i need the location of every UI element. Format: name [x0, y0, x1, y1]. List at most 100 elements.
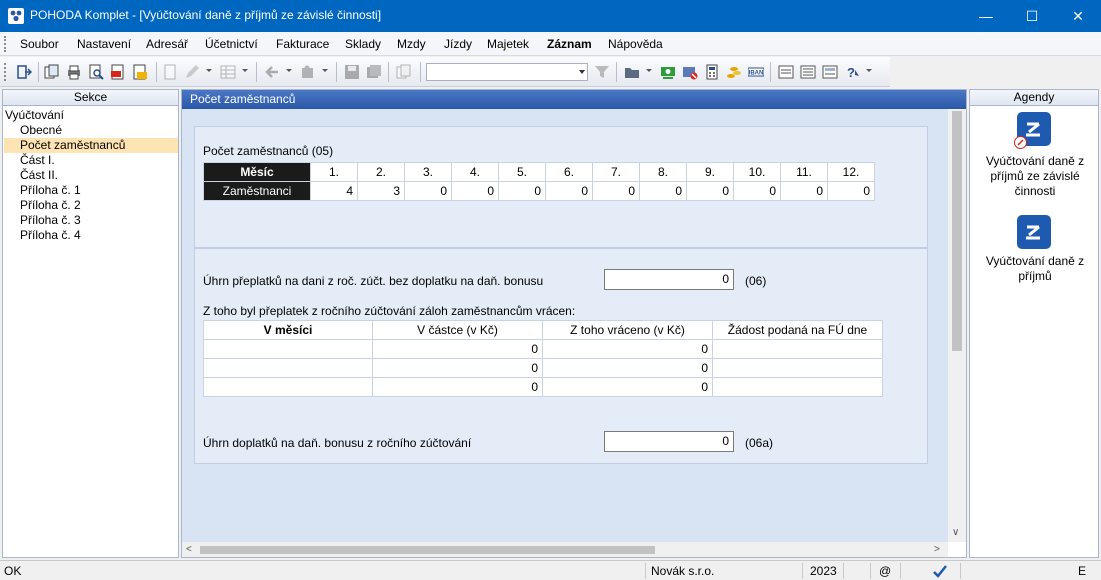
- folder-icon[interactable]: [624, 64, 640, 80]
- employees-cell[interactable]: 0: [592, 181, 640, 201]
- employees-cell[interactable]: 3: [357, 181, 405, 201]
- tree-item-pocet-zamestnancu[interactable]: Počet zaměstnanců: [4, 138, 178, 153]
- scroll-right-icon[interactable]: >: [934, 544, 940, 555]
- employees-cell[interactable]: 0: [451, 181, 499, 201]
- refund-col-month[interactable]: V měsíci: [203, 320, 373, 340]
- bonus-input[interactable]: 0: [604, 431, 734, 452]
- menu-majetek[interactable]: Majetek: [487, 37, 529, 51]
- tree-root-vyuctovani[interactable]: Vyúčtování: [5, 108, 64, 122]
- detail-view-icon[interactable]: [822, 64, 838, 80]
- employees-cell[interactable]: 0: [639, 181, 687, 201]
- menu-sklady[interactable]: Sklady: [345, 37, 381, 51]
- vertical-scroll-thumb[interactable]: [952, 111, 962, 351]
- save-icon[interactable]: [344, 64, 360, 80]
- close-button[interactable]: ✕: [1055, 0, 1101, 32]
- print-preview-icon[interactable]: [88, 64, 104, 80]
- tree-item-cast-1[interactable]: Část I.: [4, 153, 178, 168]
- refund-col-returned[interactable]: Z toho vráceno (v Kč): [542, 320, 713, 340]
- help-icon[interactable]: ?: [844, 64, 860, 80]
- puzzle-icon[interactable]: [300, 64, 316, 80]
- refund-col-amount[interactable]: V částce (v Kč): [372, 320, 543, 340]
- menu-zaznam[interactable]: Záznam: [547, 37, 592, 51]
- refund-request-cell[interactable]: [712, 339, 883, 359]
- print-icon[interactable]: [66, 64, 82, 80]
- tree-item-priloha-3[interactable]: Příloha č. 3: [4, 213, 178, 228]
- refund-month-cell[interactable]: [203, 377, 373, 397]
- horizontal-scroll-thumb[interactable]: [200, 546, 655, 554]
- tree-item-priloha-4[interactable]: Příloha č. 4: [4, 228, 178, 243]
- status-company[interactable]: Novák s.r.o.: [651, 564, 714, 578]
- minimize-button[interactable]: —: [963, 0, 1009, 32]
- coins-icon[interactable]: [726, 64, 742, 80]
- menu-grip[interactable]: [4, 36, 7, 52]
- employees-cell[interactable]: 0: [733, 181, 781, 201]
- agenda-income-tax[interactable]: Vyúčtování daně z příjmů: [974, 254, 1096, 284]
- calculator-icon[interactable]: [704, 64, 720, 80]
- help-dropdown-arrow[interactable]: [866, 69, 872, 72]
- exit-icon[interactable]: [16, 64, 32, 80]
- refund-returned-cell[interactable]: 0: [542, 339, 713, 359]
- refund-month-cell[interactable]: [203, 339, 373, 359]
- refund-amount-cell[interactable]: 0: [372, 358, 543, 378]
- tree-item-priloha-2[interactable]: Příloha č. 2: [4, 198, 178, 213]
- vertical-scrollbar[interactable]: ∨: [948, 109, 966, 542]
- agenda-employment-tax[interactable]: Vyúčtování daně z příjmů ze závislé činn…: [974, 154, 1096, 199]
- refund-returned-cell[interactable]: 0: [542, 358, 713, 378]
- menu-jizdy[interactable]: Jízdy: [444, 37, 472, 51]
- refund-month-cell[interactable]: [203, 358, 373, 378]
- agenda-income-tax-icon[interactable]: [1017, 215, 1051, 249]
- tree-item-cast-2[interactable]: Část II.: [4, 168, 178, 183]
- menu-nastaveni[interactable]: Nastavení: [77, 37, 131, 51]
- save-as-icon[interactable]: [366, 64, 382, 80]
- money-icon[interactable]: [660, 64, 676, 80]
- combo-dropdown-arrow[interactable]: [579, 70, 585, 74]
- menu-ucetnictvi[interactable]: Účetnictví: [205, 37, 258, 51]
- menu-napoveda[interactable]: Nápověda: [608, 37, 663, 51]
- employees-cell[interactable]: 4: [310, 181, 358, 201]
- disabled-card-icon[interactable]: [682, 64, 698, 80]
- status-year[interactable]: 2023: [810, 564, 837, 578]
- list-view-icon[interactable]: [800, 64, 816, 80]
- refund-returned-cell[interactable]: 0: [542, 377, 713, 397]
- table-icon[interactable]: [220, 64, 236, 80]
- employees-cell[interactable]: 0: [780, 181, 828, 201]
- edit-icon[interactable]: [184, 64, 200, 80]
- copy-icon[interactable]: [44, 64, 60, 80]
- form-icon[interactable]: [778, 64, 794, 80]
- menu-soubor[interactable]: Soubor: [20, 37, 59, 51]
- horizontal-scrollbar[interactable]: < >: [182, 542, 948, 557]
- back-dropdown-arrow[interactable]: [286, 69, 292, 72]
- employees-cell[interactable]: 0: [498, 181, 546, 201]
- maximize-button[interactable]: ☐: [1009, 0, 1055, 32]
- scroll-down-icon[interactable]: ∨: [952, 527, 959, 538]
- pdf-email-icon[interactable]: [132, 64, 148, 80]
- pdf-icon[interactable]: [110, 64, 126, 80]
- employees-cell[interactable]: 0: [545, 181, 593, 201]
- refund-request-cell[interactable]: [712, 377, 883, 397]
- refund-amount-cell[interactable]: 0: [372, 339, 543, 359]
- duplicate-icon[interactable]: [396, 64, 412, 80]
- iban-icon[interactable]: IBAN: [748, 64, 764, 80]
- menu-adresar[interactable]: Adresář: [146, 37, 188, 51]
- puzzle-dropdown-arrow[interactable]: [322, 69, 328, 72]
- tree-item-priloha-1[interactable]: Příloha č. 1: [4, 183, 178, 198]
- menu-mzdy[interactable]: Mzdy: [397, 37, 426, 51]
- new-record-icon[interactable]: [162, 64, 178, 80]
- table-dropdown-arrow[interactable]: [242, 69, 248, 72]
- edit-dropdown-arrow[interactable]: [206, 69, 212, 72]
- toolbar-grip[interactable]: [4, 63, 7, 81]
- employees-cell[interactable]: 0: [686, 181, 734, 201]
- overpay-input[interactable]: 0: [604, 269, 734, 290]
- tree-item-obecne[interactable]: Obecné: [4, 123, 178, 138]
- employees-cell[interactable]: 0: [827, 181, 875, 201]
- refund-request-cell[interactable]: [712, 358, 883, 378]
- agenda-employment-tax-icon[interactable]: [1014, 112, 1051, 149]
- employees-cell[interactable]: 0: [404, 181, 452, 201]
- menu-fakturace[interactable]: Fakturace: [276, 37, 329, 51]
- filter-icon[interactable]: [594, 64, 610, 80]
- refund-col-request[interactable]: Žádost podaná na FÚ dne: [712, 320, 883, 340]
- refund-amount-cell[interactable]: 0: [372, 377, 543, 397]
- scroll-left-icon[interactable]: <: [186, 544, 192, 555]
- toolbar-search-combo[interactable]: [426, 63, 588, 81]
- back-arrow-icon[interactable]: [264, 64, 280, 80]
